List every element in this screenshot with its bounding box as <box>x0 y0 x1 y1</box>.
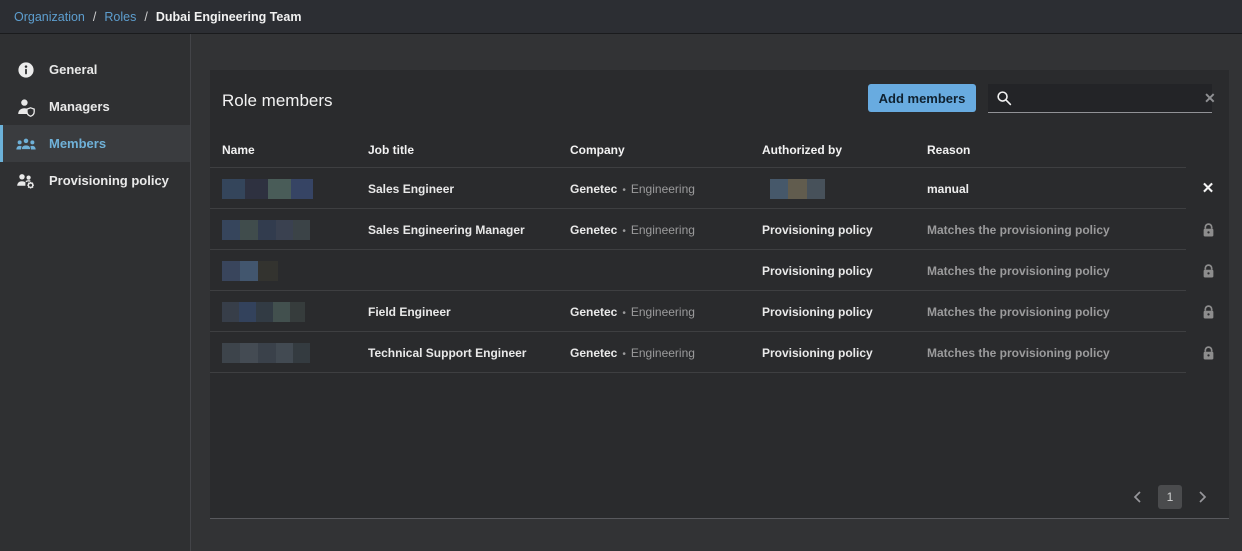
next-page-icon[interactable] <box>1191 486 1213 508</box>
company-separator: • <box>622 349 626 360</box>
breadcrumb-separator: / <box>144 10 147 24</box>
sidebar-item-managers[interactable]: Managers <box>0 88 190 125</box>
search-icon <box>996 90 1012 106</box>
lock-icon <box>1201 304 1216 320</box>
company-name: Genetec <box>570 346 617 360</box>
table-row[interactable]: Sales Engineer Genetec • Engineering manua… <box>210 168 1229 209</box>
sidebar: General Managers Members Provisioning po… <box>0 34 191 551</box>
member-name-redacted <box>222 302 368 322</box>
authorized-by-text: Provisioning policy <box>762 223 873 237</box>
column-header-reason: Reason <box>927 143 1187 157</box>
search-input[interactable] <box>1018 84 1194 112</box>
department-name: Engineering <box>631 346 695 360</box>
job-title-cell: Field Engineer <box>368 305 570 319</box>
manager-shield-icon <box>16 97 36 117</box>
sidebar-item-provisioning-policy[interactable]: Provisioning policy <box>0 162 190 199</box>
company-cell: Genetec • Engineering <box>570 305 762 319</box>
company-name: Genetec <box>570 182 617 196</box>
sidebar-item-label: Provisioning policy <box>49 173 169 188</box>
breadcrumb-separator: / <box>93 10 96 24</box>
top-bar: Organization / Roles / Dubai Engineering… <box>0 0 1242 34</box>
sidebar-item-label: Members <box>49 136 106 151</box>
job-title-cell: Technical Support Engineer <box>368 346 570 360</box>
authorized-by-text: Provisioning policy <box>762 346 873 360</box>
company-separator: • <box>622 185 626 196</box>
reason-cell: Matches the provisioning policy <box>927 305 1187 319</box>
company-cell: Genetec • Engineering <box>570 182 762 196</box>
breadcrumb-link-organization[interactable]: Organization <box>14 10 85 24</box>
department-name: Engineering <box>631 223 695 237</box>
panel-header: Role members Add members ✕ <box>210 70 1229 131</box>
previous-page-icon[interactable] <box>1127 486 1149 508</box>
table-row[interactable]: Sales Engineering Manager Genetec • Engine… <box>210 209 1229 250</box>
sidebar-item-members[interactable]: Members <box>0 125 190 162</box>
authorized-by-text: Provisioning policy <box>762 305 873 319</box>
search-box[interactable]: ✕ <box>988 84 1212 113</box>
page-title: Role members <box>222 91 333 111</box>
company-cell: Genetec • Engineering <box>570 346 762 360</box>
table-row[interactable]: Technical Support Engineer Genetec • Engin… <box>210 332 1229 373</box>
sidebar-item-label: Managers <box>49 99 110 114</box>
member-name-redacted <box>222 179 368 199</box>
sidebar-item-general[interactable]: General <box>0 51 190 88</box>
company-separator: • <box>622 308 626 319</box>
company-name: Genetec <box>570 305 617 319</box>
member-name-redacted <box>222 343 368 363</box>
add-members-button[interactable]: Add members <box>868 84 976 112</box>
column-header-name: Name <box>222 143 368 157</box>
row-action-cell: ✕ <box>1187 222 1229 238</box>
company-cell <box>570 264 762 278</box>
job-title-cell: Sales Engineering Manager <box>368 223 570 237</box>
provisioning-gear-icon <box>16 171 36 191</box>
member-name-redacted <box>222 220 368 240</box>
authorized-by-cell: Provisioning policy <box>762 264 927 278</box>
column-header-company: Company <box>570 143 762 157</box>
company-separator: • <box>622 226 626 237</box>
table-row[interactable]: Field Engineer Genetec • Engineering Provi… <box>210 291 1229 332</box>
authorized-by-cell <box>762 179 927 199</box>
job-title-cell: Sales Engineer <box>368 182 570 196</box>
breadcrumb-link-roles[interactable]: Roles <box>104 10 136 24</box>
remove-member-icon[interactable]: ✕ <box>1202 181 1215 196</box>
main-area: Role members Add members ✕ Name Job titl… <box>191 34 1242 551</box>
column-header-authorized-by: Authorized by <box>762 143 927 157</box>
authorized-by-cell: Provisioning policy <box>762 223 927 237</box>
pagination: 1 <box>1127 485 1213 509</box>
company-cell: Genetec • Engineering <box>570 223 762 237</box>
lock-icon <box>1201 222 1216 238</box>
row-action-cell: ✕ <box>1187 181 1229 196</box>
member-name-redacted <box>222 261 368 281</box>
members-group-icon <box>16 134 36 154</box>
column-header-job-title: Job title <box>368 143 570 157</box>
row-action-cell: ✕ <box>1187 304 1229 320</box>
table-header-row: Name Job title Company Authorized by Rea… <box>210 131 1229 168</box>
reason-cell: manual <box>927 182 1187 196</box>
lock-icon <box>1201 263 1216 279</box>
company-name: Genetec <box>570 223 617 237</box>
department-name: Engineering <box>631 305 695 319</box>
reason-cell: Matches the provisioning policy <box>927 264 1187 278</box>
info-icon <box>16 60 36 80</box>
authorized-by-redacted <box>770 179 927 199</box>
authorized-by-cell: Provisioning policy <box>762 305 927 319</box>
clear-search-icon[interactable]: ✕ <box>1200 90 1220 107</box>
sidebar-item-label: General <box>49 62 97 77</box>
reason-cell: Matches the provisioning policy <box>927 346 1187 360</box>
row-action-cell: ✕ <box>1187 263 1229 279</box>
page-number-button[interactable]: 1 <box>1158 485 1182 509</box>
role-members-panel: Role members Add members ✕ Name Job titl… <box>210 70 1229 519</box>
department-name: Engineering <box>631 182 695 196</box>
reason-cell: Matches the provisioning policy <box>927 223 1187 237</box>
table-row[interactable]: Provisioning policy Matches the provisio… <box>210 250 1229 291</box>
row-action-cell: ✕ <box>1187 345 1229 361</box>
authorized-by-cell: Provisioning policy <box>762 346 927 360</box>
authorized-by-text: Provisioning policy <box>762 264 873 278</box>
lock-icon <box>1201 345 1216 361</box>
breadcrumb-current-page: Dubai Engineering Team <box>156 10 302 24</box>
